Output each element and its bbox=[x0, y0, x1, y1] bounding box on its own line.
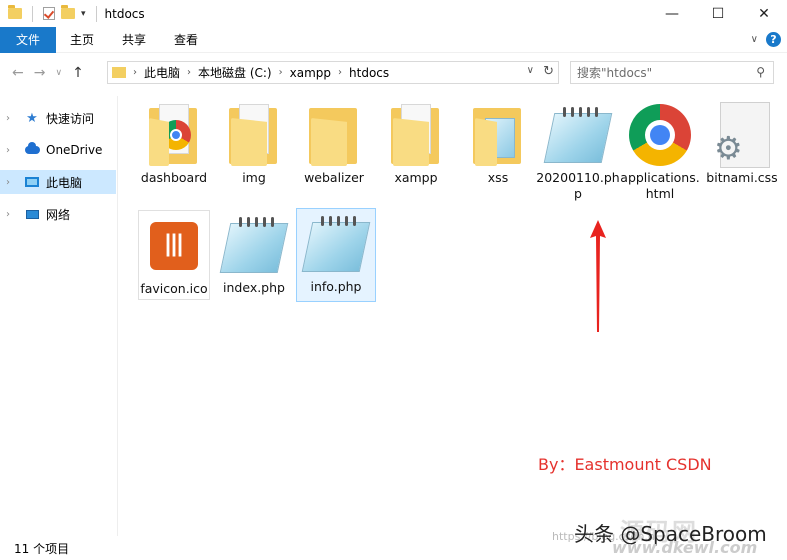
back-icon[interactable]: ← bbox=[12, 65, 24, 81]
window-controls: — ☐ ✕ bbox=[649, 0, 787, 27]
recent-locations-icon[interactable]: ∨ bbox=[55, 68, 62, 78]
file-name: favicon.ico bbox=[140, 281, 208, 296]
refresh-icon[interactable]: ↻ bbox=[543, 64, 554, 79]
sidebar-item-label: 网络 bbox=[46, 207, 71, 222]
sidebar-item-this-pc[interactable]: › 此电脑 bbox=[0, 170, 116, 194]
file-item-favicon-ico[interactable]: ꔖ favicon.ico bbox=[138, 210, 210, 300]
forward-icon[interactable]: → bbox=[34, 65, 46, 81]
divider bbox=[32, 5, 33, 22]
maximize-button[interactable]: ☐ bbox=[695, 0, 741, 27]
file-name: img bbox=[242, 170, 266, 185]
sidebar-item-quick-access[interactable]: › ★ 快速访问 bbox=[0, 106, 116, 130]
quick-access-toolbar: ▾ bbox=[0, 5, 101, 22]
new-folder-icon[interactable] bbox=[61, 5, 75, 19]
properties-icon[interactable] bbox=[43, 7, 55, 20]
file-name: info.php bbox=[310, 279, 362, 294]
item-count: 11 个项目 bbox=[14, 541, 70, 556]
customize-dropdown-icon[interactable]: ▾ bbox=[81, 9, 86, 19]
notepad-icon bbox=[543, 105, 613, 165]
file-item-xss[interactable]: xss bbox=[458, 100, 538, 186]
title-bar: ▾ htdocs — ☐ ✕ bbox=[0, 0, 787, 27]
file-item-xampp[interactable]: xampp bbox=[376, 100, 456, 186]
sidebar-item-label: OneDrive bbox=[46, 143, 103, 157]
file-name: xampp bbox=[394, 170, 438, 185]
folder-icon bbox=[391, 104, 441, 166]
file-name: applications.html bbox=[620, 170, 700, 201]
cloud-icon bbox=[24, 142, 40, 157]
sidebar-item-network[interactable]: › 网络 bbox=[0, 202, 116, 226]
tab-view[interactable]: 查看 bbox=[160, 27, 212, 53]
folder-icon bbox=[473, 104, 523, 166]
chevron-right-icon[interactable]: › bbox=[6, 145, 18, 156]
tab-home[interactable]: 主页 bbox=[56, 27, 108, 53]
chrome-icon bbox=[629, 104, 691, 166]
address-bar[interactable]: › 此电脑 › 本地磁盘 (C:) › xampp › htdocs ∨ ↻ bbox=[107, 61, 559, 84]
chevron-right-icon[interactable]: › bbox=[6, 113, 18, 124]
pc-icon bbox=[24, 175, 40, 189]
gear-icon: ⚙ bbox=[714, 102, 770, 168]
window-title: htdocs bbox=[104, 6, 145, 21]
search-placeholder: 搜索"htdocs" bbox=[577, 66, 653, 80]
file-name: xss bbox=[487, 170, 509, 185]
file-name: bitnami.css bbox=[706, 170, 778, 185]
chevron-right-icon[interactable]: › bbox=[187, 67, 191, 78]
notepad-icon bbox=[301, 214, 371, 274]
chevron-right-icon[interactable]: › bbox=[279, 67, 283, 78]
file-item-webalizer[interactable]: webalizer bbox=[294, 100, 374, 186]
file-item-img[interactable]: img bbox=[214, 100, 294, 186]
navigation-pane: › ★ 快速访问 › OneDrive › 此电脑 › 网络 bbox=[0, 96, 118, 536]
crumb-local-disk[interactable]: 本地磁盘 (C:) bbox=[198, 64, 272, 81]
chevron-right-icon[interactable]: › bbox=[338, 67, 342, 78]
xampp-icon: ꔖ bbox=[150, 222, 198, 270]
sidebar-item-label: 快速访问 bbox=[46, 111, 95, 126]
crumb-htdocs[interactable]: htdocs bbox=[349, 66, 389, 80]
search-icon[interactable]: ⚲ bbox=[756, 65, 765, 79]
file-item-info-php[interactable]: info.php bbox=[296, 208, 376, 302]
divider bbox=[95, 5, 97, 22]
network-icon bbox=[24, 207, 40, 221]
folder-icon bbox=[149, 104, 199, 166]
folder-icon bbox=[309, 104, 359, 166]
chevron-right-icon[interactable]: › bbox=[6, 209, 18, 220]
crumb-xampp[interactable]: xampp bbox=[290, 66, 331, 80]
file-item-bitnami-css[interactable]: ⚙ bitnami.css bbox=[702, 100, 782, 186]
minimize-button[interactable]: — bbox=[649, 0, 695, 27]
file-item-applications-html[interactable]: applications.html bbox=[620, 100, 700, 202]
tab-share[interactable]: 共享 bbox=[108, 27, 160, 53]
sidebar-item-onedrive[interactable]: › OneDrive bbox=[0, 138, 116, 162]
folder-icon bbox=[112, 67, 126, 78]
expand-ribbon-icon[interactable]: ∨ bbox=[751, 34, 758, 45]
file-item-dashboard[interactable]: dashboard bbox=[134, 100, 214, 186]
folder-icon bbox=[229, 104, 279, 166]
file-name: index.php bbox=[223, 280, 285, 295]
search-input[interactable]: 搜索"htdocs" ⚲ bbox=[570, 61, 774, 84]
close-button[interactable]: ✕ bbox=[741, 0, 787, 27]
chevron-right-icon[interactable]: › bbox=[133, 67, 137, 78]
file-item-index-php[interactable]: index.php bbox=[214, 210, 294, 296]
file-name: dashboard bbox=[140, 170, 208, 185]
annotation-arrow bbox=[590, 220, 606, 332]
annotation-text: By：Eastmount CSDN bbox=[538, 455, 712, 474]
folder-icon[interactable] bbox=[8, 5, 22, 19]
chevron-right-icon[interactable]: › bbox=[6, 177, 18, 188]
help-icon[interactable]: ? bbox=[766, 32, 781, 47]
address-row: ← → ∨ ↑ › 此电脑 › 本地磁盘 (C:) › xampp › htdo… bbox=[0, 56, 787, 90]
file-item-20200110-php[interactable]: 20200110.php bbox=[536, 100, 620, 202]
file-name: 20200110.php bbox=[536, 170, 620, 201]
ribbon-tabs: 文件 主页 共享 查看 ∨ ? bbox=[0, 26, 787, 53]
crumb-this-pc[interactable]: 此电脑 bbox=[144, 64, 180, 81]
sidebar-item-label: 此电脑 bbox=[46, 175, 83, 190]
file-name: webalizer bbox=[304, 170, 364, 185]
status-bar: 11 个项目 bbox=[0, 536, 787, 560]
notepad-icon bbox=[219, 215, 289, 275]
star-icon: ★ bbox=[26, 110, 38, 126]
up-icon[interactable]: ↑ bbox=[72, 65, 84, 81]
address-dropdown-icon[interactable]: ∨ bbox=[527, 65, 534, 76]
tab-file[interactable]: 文件 bbox=[0, 26, 56, 53]
